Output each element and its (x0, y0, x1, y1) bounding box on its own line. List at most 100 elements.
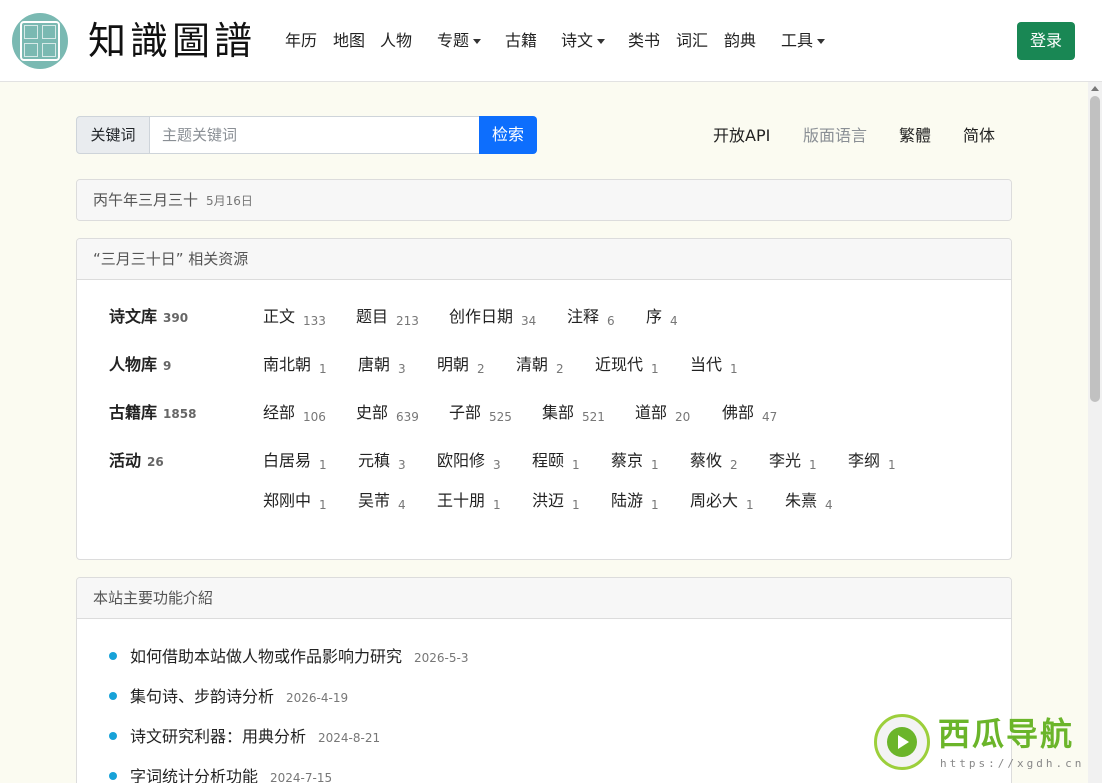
resource-item[interactable]: 周必大 1 (690, 489, 754, 514)
scroll-up-arrow-icon[interactable] (1091, 86, 1099, 91)
resource-item-label: 洪迈 (532, 491, 565, 510)
feature-date: 2024-8-21 (318, 731, 381, 745)
site-brand[interactable]: 知識圖譜 (88, 18, 256, 64)
resource-item[interactable]: 唐朝 3 (358, 353, 406, 378)
resource-item-count: 1 (651, 498, 659, 512)
resource-item[interactable]: 吴芾 4 (358, 489, 406, 514)
feature-item[interactable]: 集句诗、步韵诗分析 2026-4-19 (109, 685, 348, 709)
resource-item-count: 1 (319, 458, 327, 472)
feature-item[interactable]: 字词统计分析功能 2024-7-15 (109, 765, 332, 783)
resource-item[interactable]: 欧阳修 3 (437, 449, 501, 474)
date-card: 丙午年三月三十 5月16日 (76, 179, 1012, 221)
resource-item[interactable]: 序4 (646, 305, 678, 330)
resource-item-count: 4 (670, 314, 678, 328)
date-card-header: 丙午年三月三十 5月16日 (77, 180, 1011, 220)
resource-item-label: 王十朋 (437, 491, 486, 510)
nav-item-encyclopedia[interactable]: 类书 (628, 30, 660, 52)
resource-item[interactable]: 清朝 2 (516, 353, 564, 378)
solar-date: 5月16日 (206, 194, 253, 208)
resource-item-count: 521 (582, 410, 605, 424)
resource-count: 390 (163, 311, 189, 325)
feature-title: 集句诗、步韵诗分析 (130, 687, 275, 706)
resource-item[interactable]: 陆游 1 (611, 489, 659, 514)
feature-title: 如何借助本站做人物或作品影响力研究 (130, 647, 403, 666)
feature-item[interactable]: 诗文研究利器：用典分析 2024-8-21 (109, 725, 380, 749)
resource-item[interactable]: 程颐 1 (532, 449, 580, 474)
nav-item-vocabulary[interactable]: 词汇 (676, 30, 708, 52)
nav-item-people[interactable]: 人物 (380, 30, 412, 52)
resource-item-label: 李纲 (848, 451, 881, 470)
feature-item[interactable]: 如何借助本站做人物或作品影响力研究 2026-5-3 (109, 645, 468, 669)
search-input[interactable] (150, 116, 479, 154)
resource-title[interactable]: 诗文库 390 (109, 305, 188, 330)
resource-item[interactable]: 道部 20 (635, 401, 690, 426)
resource-item[interactable]: 王十朋 1 (437, 489, 501, 514)
resource-item[interactable]: 史部 639 (356, 401, 419, 426)
resource-item[interactable]: 李纲 1 (848, 449, 896, 474)
resource-item-count: 2 (556, 362, 564, 376)
resource-item[interactable]: 郑刚中 1 (263, 489, 327, 514)
site-logo-seal[interactable] (12, 13, 68, 69)
resource-title-label: 诗文库 (109, 307, 158, 326)
resource-item-count: 1 (651, 362, 659, 376)
resource-item-count: 1 (572, 458, 580, 472)
scrollbar-thumb[interactable] (1090, 96, 1100, 402)
resource-item-label: 正文 (263, 307, 296, 326)
resource-item-count: 47 (762, 410, 778, 424)
nav-item-topics-label: 专题 (437, 31, 470, 50)
resource-item[interactable]: 当代 1 (690, 353, 738, 378)
resource-item[interactable]: 蔡攸 2 (690, 449, 738, 474)
nav-item-poetry[interactable]: 诗文 (561, 30, 606, 52)
resource-item[interactable]: 佛部 47 (722, 401, 777, 426)
nav-item-tools[interactable]: 工具 (781, 30, 826, 52)
resource-item[interactable]: 蔡京 1 (611, 449, 659, 474)
simplified-chinese-link[interactable]: 简体 (963, 125, 995, 147)
feature-date: 2024-7-15 (270, 771, 333, 783)
resource-item-label: 程颐 (532, 451, 565, 470)
resource-item[interactable]: 明朝 2 (437, 353, 485, 378)
resource-item-count: 3 (493, 458, 501, 472)
resource-title[interactable]: 古籍库 1858 (109, 401, 196, 426)
resource-item[interactable]: 南北朝 1 (263, 353, 327, 378)
resource-item[interactable]: 白居易 1 (263, 449, 327, 474)
nav-item-map[interactable]: 地图 (333, 30, 365, 52)
resource-title[interactable]: 人物库 9 (109, 353, 171, 378)
page-scrollbar[interactable] (1088, 82, 1102, 783)
search-button[interactable]: 检索 (479, 116, 537, 154)
resource-item[interactable]: 朱熹 4 (785, 489, 833, 514)
resource-item[interactable]: 近现代 1 (595, 353, 659, 378)
resource-item[interactable]: 李光 1 (769, 449, 817, 474)
resource-item-label: 南北朝 (263, 355, 312, 374)
nav-item-calendar[interactable]: 年历 (285, 30, 317, 52)
resource-item[interactable]: 经部 106 (263, 401, 326, 426)
resource-item[interactable]: 集部 521 (542, 401, 605, 426)
nav-item-classics[interactable]: 古籍 (505, 30, 537, 52)
resource-item[interactable]: 题目 213 (356, 305, 419, 330)
login-button[interactable]: 登录 (1017, 22, 1075, 60)
resource-item[interactable]: 注释 6 (567, 305, 615, 330)
open-api-link[interactable]: 开放API (713, 125, 770, 147)
bullet-icon (109, 731, 117, 740)
search-keyword-label: 关键词 (76, 116, 150, 154)
resource-item-label: 当代 (690, 355, 723, 374)
resource-item[interactable]: 元稹 3 (358, 449, 406, 474)
nav-item-rhyme[interactable]: 韵典 (724, 30, 756, 52)
nav-item-topics[interactable]: 专题 (437, 30, 482, 52)
resource-item[interactable]: 洪迈 1 (532, 489, 580, 514)
traditional-chinese-link[interactable]: 繁體 (899, 125, 931, 147)
resources-card: “三月三十日” 相关资源 诗文库 390 正文 133 题目 213 创作日期 34 注… (76, 238, 1012, 560)
resource-title[interactable]: 活动 26 (109, 449, 164, 474)
resource-title-label: 活动 (109, 451, 142, 470)
resource-item-label: 陆游 (611, 491, 644, 510)
chevron-down-icon (817, 39, 826, 44)
resource-item[interactable]: 正文 133 (263, 305, 326, 330)
resource-item-count: 133 (303, 314, 326, 328)
resource-item[interactable]: 创作日期 34 (449, 305, 536, 330)
resource-item-label: 白居易 (263, 451, 312, 470)
resource-item[interactable]: 子部 525 (449, 401, 512, 426)
nav-item-tools-label: 工具 (781, 31, 814, 50)
resource-item-label: 元稹 (358, 451, 391, 470)
resource-item-label: 吴芾 (358, 491, 391, 510)
resource-count: 9 (163, 359, 172, 373)
layout-language-link[interactable]: 版面语言 (803, 125, 867, 147)
